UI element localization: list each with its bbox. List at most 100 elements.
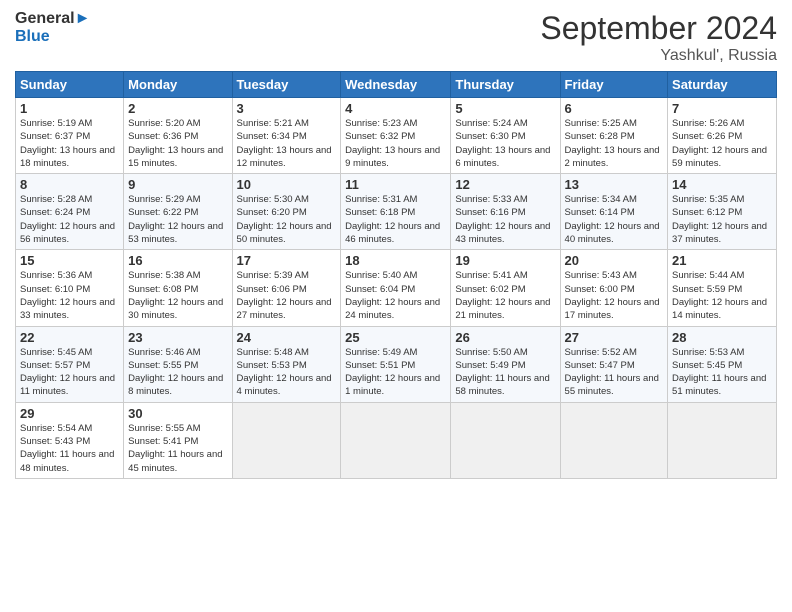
day-detail: Sunrise: 5:43 AMSunset: 6:00 PMDaylight:… [565,269,664,322]
day-cell: 15 Sunrise: 5:36 AMSunset: 6:10 PMDaylig… [16,250,124,326]
day-detail: Sunrise: 5:20 AMSunset: 6:36 PMDaylight:… [128,117,227,170]
day-cell: 28 Sunrise: 5:53 AMSunset: 5:45 PMDaylig… [668,326,777,402]
day-number: 13 [565,177,664,192]
day-cell: 6 Sunrise: 5:25 AMSunset: 6:28 PMDayligh… [560,98,668,174]
weekday-header-monday: Monday [124,72,232,98]
day-cell: 1 Sunrise: 5:19 AMSunset: 6:37 PMDayligh… [16,98,124,174]
day-detail: Sunrise: 5:25 AMSunset: 6:28 PMDaylight:… [565,117,664,170]
weekday-header-tuesday: Tuesday [232,72,341,98]
weekday-header-sunday: Sunday [16,72,124,98]
day-detail: Sunrise: 5:54 AMSunset: 5:43 PMDaylight:… [20,422,119,475]
day-detail: Sunrise: 5:33 AMSunset: 6:16 PMDaylight:… [455,193,555,246]
day-cell: 24 Sunrise: 5:48 AMSunset: 5:53 PMDaylig… [232,326,341,402]
day-cell: 21 Sunrise: 5:44 AMSunset: 5:59 PMDaylig… [668,250,777,326]
day-cell: 13 Sunrise: 5:34 AMSunset: 6:14 PMDaylig… [560,174,668,250]
day-cell: 30 Sunrise: 5:55 AMSunset: 5:41 PMDaylig… [124,402,232,478]
day-number: 20 [565,253,664,268]
day-number: 14 [672,177,772,192]
day-detail: Sunrise: 5:23 AMSunset: 6:32 PMDaylight:… [345,117,446,170]
day-cell: 19 Sunrise: 5:41 AMSunset: 6:02 PMDaylig… [451,250,560,326]
day-detail: Sunrise: 5:40 AMSunset: 6:04 PMDaylight:… [345,269,446,322]
day-number: 7 [672,101,772,116]
location: Yashkul', Russia [540,47,777,65]
day-cell [451,402,560,478]
day-cell: 16 Sunrise: 5:38 AMSunset: 6:08 PMDaylig… [124,250,232,326]
day-cell: 20 Sunrise: 5:43 AMSunset: 6:00 PMDaylig… [560,250,668,326]
day-detail: Sunrise: 5:46 AMSunset: 5:55 PMDaylight:… [128,346,227,399]
day-cell: 4 Sunrise: 5:23 AMSunset: 6:32 PMDayligh… [341,98,451,174]
day-cell [341,402,451,478]
day-detail: Sunrise: 5:26 AMSunset: 6:26 PMDaylight:… [672,117,772,170]
logo: General► Blue [15,10,90,45]
day-detail: Sunrise: 5:44 AMSunset: 5:59 PMDaylight:… [672,269,772,322]
weekday-header-row: SundayMondayTuesdayWednesdayThursdayFrid… [16,72,777,98]
weekday-header-saturday: Saturday [668,72,777,98]
title-block: September 2024 Yashkul', Russia [540,10,777,65]
day-number: 15 [20,253,119,268]
day-number: 21 [672,253,772,268]
day-cell: 23 Sunrise: 5:46 AMSunset: 5:55 PMDaylig… [124,326,232,402]
day-detail: Sunrise: 5:39 AMSunset: 6:06 PMDaylight:… [237,269,337,322]
day-number: 6 [565,101,664,116]
day-cell [232,402,341,478]
day-cell: 11 Sunrise: 5:31 AMSunset: 6:18 PMDaylig… [341,174,451,250]
calendar-body: 1 Sunrise: 5:19 AMSunset: 6:37 PMDayligh… [16,98,777,479]
day-detail: Sunrise: 5:29 AMSunset: 6:22 PMDaylight:… [128,193,227,246]
day-number: 25 [345,330,446,345]
day-number: 28 [672,330,772,345]
day-detail: Sunrise: 5:30 AMSunset: 6:20 PMDaylight:… [237,193,337,246]
day-detail: Sunrise: 5:31 AMSunset: 6:18 PMDaylight:… [345,193,446,246]
day-detail: Sunrise: 5:52 AMSunset: 5:47 PMDaylight:… [565,346,664,399]
day-detail: Sunrise: 5:38 AMSunset: 6:08 PMDaylight:… [128,269,227,322]
day-detail: Sunrise: 5:45 AMSunset: 5:57 PMDaylight:… [20,346,119,399]
week-row-4: 22 Sunrise: 5:45 AMSunset: 5:57 PMDaylig… [16,326,777,402]
day-detail: Sunrise: 5:55 AMSunset: 5:41 PMDaylight:… [128,422,227,475]
day-cell [668,402,777,478]
day-detail: Sunrise: 5:36 AMSunset: 6:10 PMDaylight:… [20,269,119,322]
day-number: 9 [128,177,227,192]
day-detail: Sunrise: 5:53 AMSunset: 5:45 PMDaylight:… [672,346,772,399]
day-number: 11 [345,177,446,192]
day-detail: Sunrise: 5:24 AMSunset: 6:30 PMDaylight:… [455,117,555,170]
day-detail: Sunrise: 5:49 AMSunset: 5:51 PMDaylight:… [345,346,446,399]
month-title: September 2024 [540,10,777,47]
week-row-3: 15 Sunrise: 5:36 AMSunset: 6:10 PMDaylig… [16,250,777,326]
day-number: 23 [128,330,227,345]
day-detail: Sunrise: 5:48 AMSunset: 5:53 PMDaylight:… [237,346,337,399]
day-cell: 14 Sunrise: 5:35 AMSunset: 6:12 PMDaylig… [668,174,777,250]
day-cell: 27 Sunrise: 5:52 AMSunset: 5:47 PMDaylig… [560,326,668,402]
day-number: 5 [455,101,555,116]
day-cell: 2 Sunrise: 5:20 AMSunset: 6:36 PMDayligh… [124,98,232,174]
day-number: 27 [565,330,664,345]
day-cell: 3 Sunrise: 5:21 AMSunset: 6:34 PMDayligh… [232,98,341,174]
day-detail: Sunrise: 5:28 AMSunset: 6:24 PMDaylight:… [20,193,119,246]
header: General► Blue September 2024 Yashkul', R… [15,10,777,65]
day-cell: 29 Sunrise: 5:54 AMSunset: 5:43 PMDaylig… [16,402,124,478]
day-cell: 12 Sunrise: 5:33 AMSunset: 6:16 PMDaylig… [451,174,560,250]
day-detail: Sunrise: 5:19 AMSunset: 6:37 PMDaylight:… [20,117,119,170]
weekday-header-thursday: Thursday [451,72,560,98]
day-detail: Sunrise: 5:35 AMSunset: 6:12 PMDaylight:… [672,193,772,246]
day-number: 16 [128,253,227,268]
day-number: 22 [20,330,119,345]
day-detail: Sunrise: 5:34 AMSunset: 6:14 PMDaylight:… [565,193,664,246]
page-container: General► Blue September 2024 Yashkul', R… [0,0,792,489]
day-number: 26 [455,330,555,345]
day-number: 29 [20,406,119,421]
day-cell: 7 Sunrise: 5:26 AMSunset: 6:26 PMDayligh… [668,98,777,174]
day-number: 1 [20,101,119,116]
day-number: 2 [128,101,227,116]
day-cell: 9 Sunrise: 5:29 AMSunset: 6:22 PMDayligh… [124,174,232,250]
day-cell: 18 Sunrise: 5:40 AMSunset: 6:04 PMDaylig… [341,250,451,326]
calendar-table: SundayMondayTuesdayWednesdayThursdayFrid… [15,71,777,479]
day-cell: 26 Sunrise: 5:50 AMSunset: 5:49 PMDaylig… [451,326,560,402]
day-cell [560,402,668,478]
day-detail: Sunrise: 5:50 AMSunset: 5:49 PMDaylight:… [455,346,555,399]
day-cell: 22 Sunrise: 5:45 AMSunset: 5:57 PMDaylig… [16,326,124,402]
day-cell: 17 Sunrise: 5:39 AMSunset: 6:06 PMDaylig… [232,250,341,326]
day-cell: 5 Sunrise: 5:24 AMSunset: 6:30 PMDayligh… [451,98,560,174]
day-detail: Sunrise: 5:41 AMSunset: 6:02 PMDaylight:… [455,269,555,322]
week-row-5: 29 Sunrise: 5:54 AMSunset: 5:43 PMDaylig… [16,402,777,478]
week-row-2: 8 Sunrise: 5:28 AMSunset: 6:24 PMDayligh… [16,174,777,250]
day-number: 12 [455,177,555,192]
